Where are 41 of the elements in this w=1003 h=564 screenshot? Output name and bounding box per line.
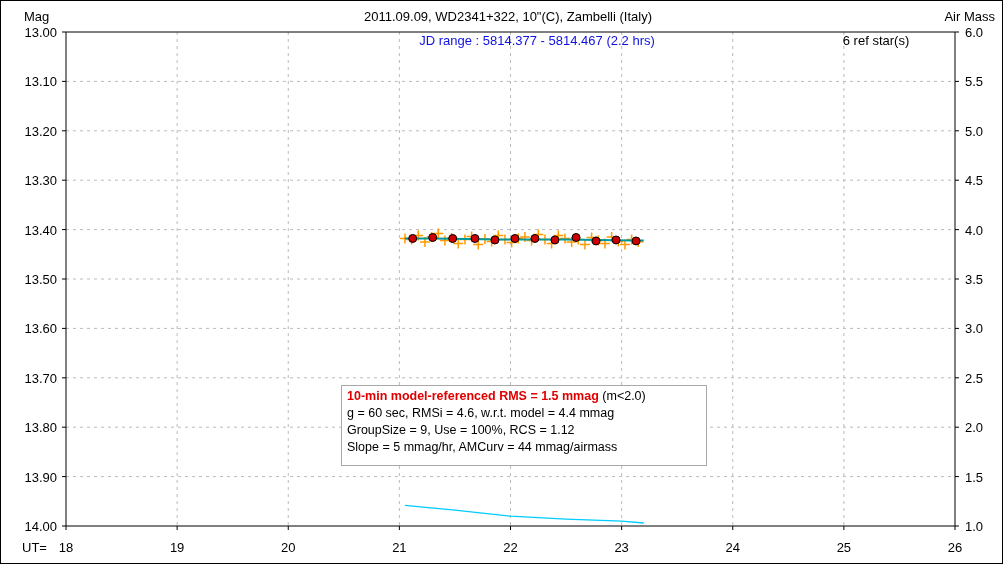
axis-title: Air Mass [944,9,995,24]
stats-line: Slope = 5 mmag/hr, AMCurv = 44 mmag/airmass [347,439,619,456]
axis-title: Mag [24,9,50,24]
tick-label: 4.5 [965,173,984,189]
tick-label: 20 [281,540,296,555]
tick-label: 13.20 [24,123,57,139]
ref-star-count: 6 ref star(s) [842,33,910,48]
tick-label: 21 [392,540,407,555]
axis-title: UT= [22,540,47,555]
tick-label: 19 [169,540,185,555]
tick-label: 5.5 [965,74,984,90]
tick-label: 2.0 [965,420,984,436]
tick-label: 13.40 [24,222,57,238]
tick-label: 5.0 [965,123,984,139]
rms-summary: 10-min model-referenced RMS = 1.5 mmag (m<2.0) [347,388,647,405]
tick-label: 6.0 [965,25,984,40]
tick-label: 23 [614,540,629,555]
tick-label: 25 [836,540,852,555]
tick-label: 13.70 [24,370,57,386]
tick-label: 13.60 [24,321,57,337]
stats-line: g = 60 sec, RMSi = 4.6, w.r.t. model = 4.4 mmag [347,405,616,422]
tick-label: 22 [503,540,518,555]
tick-label: 18 [58,540,74,555]
tick-label: 14.00 [24,519,57,534]
tick-label: 13.30 [24,173,57,189]
tick-label: 1.5 [965,469,984,485]
tick-label: 13.50 [24,272,57,287]
tick-label: 26 [947,540,963,555]
tick-label: 3.5 [965,272,984,287]
tick-label: 24 [725,540,740,555]
jd-range-label: JD range : 5814.377 - 5814.467 (2.2 hrs) [419,33,655,48]
tick-label: 13.00 [24,25,57,40]
tick-label: 13.80 [24,420,57,436]
tick-label: 4.0 [965,222,984,238]
stats-line: GroupSize = 9, Use = 100%, RCS = 1.12 [347,422,576,439]
tick-label: 1.0 [965,519,984,534]
tick-label: 2.5 [965,370,984,386]
tick-label: 3.0 [965,321,984,337]
tick-label: 13.90 [24,469,57,485]
tick-label: 13.10 [24,74,57,90]
chart-title: 2011.09.09, WD2341+322, 10"(C), Zambelli (Italy) [364,9,652,24]
